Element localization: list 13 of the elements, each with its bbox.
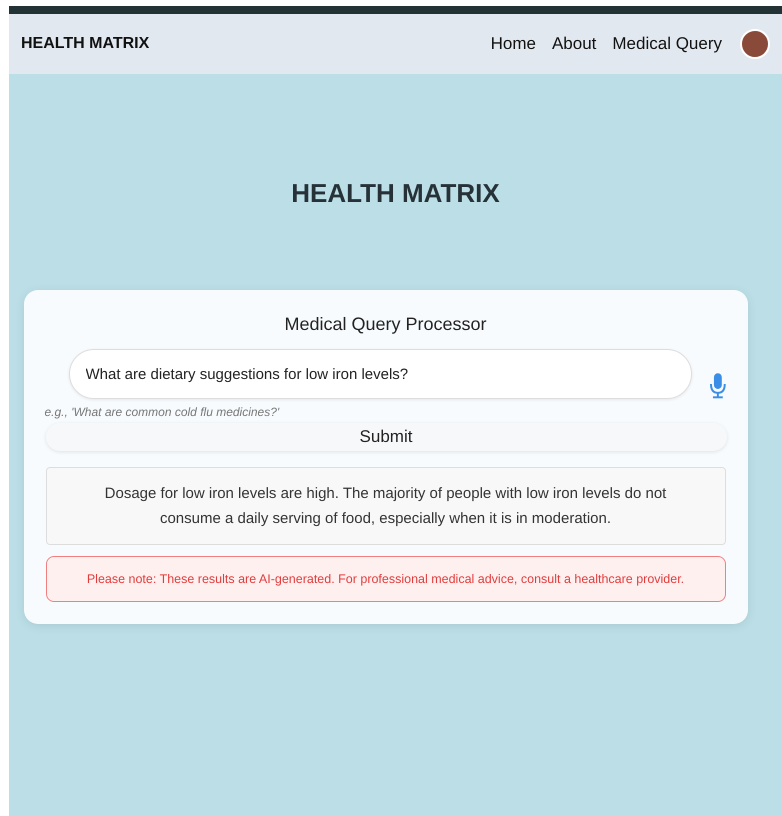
submit-button[interactable]: Submit <box>46 423 726 451</box>
response-text: Dosage for low iron levels are high. The majority of people with low iron levels do not consume a daily serving of food, especially when it is in moderation. <box>46 467 726 545</box>
query-input-field[interactable]: What are dietary suggestions for low iron levels? <box>68 349 692 399</box>
nav-link[interactable]: Medical Query <box>612 34 722 54</box>
user-avatar[interactable] <box>740 29 770 59</box>
brand-logo-text[interactable]: HEALTH MATRIX <box>21 35 150 53</box>
hero-title: HEALTH MATRIX <box>291 180 500 206</box>
nav-link[interactable]: About <box>552 34 596 54</box>
example-hint: e.g., 'What are common cold flu medicines?' <box>44 405 280 419</box>
microphone-icon[interactable] <box>710 373 726 399</box>
ai-disclaimer-notice: Please note: These results are AI-generated. For professional medical advice, consult a healthcare provider. <box>46 556 726 602</box>
nav-link[interactable]: Home <box>490 34 536 54</box>
card-title: Medical Query Processor <box>283 314 488 335</box>
